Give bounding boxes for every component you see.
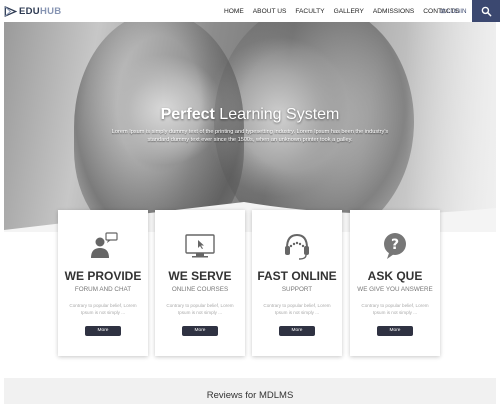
- main-menu: HOME ABOUT US FACULTY GALLERY ADMISSIONS…: [224, 0, 468, 22]
- card-subtitle: FORUM AND CHAT: [74, 286, 132, 293]
- hero-description: Lorem Ipsum is simply dummy text of the …: [111, 129, 389, 143]
- card-icon-wrap: [252, 230, 342, 262]
- feature-card-courses: WE SERVE ONLINE COURSES Contrary to popu…: [155, 210, 245, 356]
- card-subtitle: WE GIVE YOU ANSWERE: [357, 286, 433, 293]
- feature-card-forum: WE PROVIDE FORUM AND CHAT Contrary to po…: [58, 210, 148, 356]
- login-link[interactable]: LOGIN: [440, 0, 467, 22]
- hero-banner: Perfect Learning System Lorem Ipsum is s…: [4, 22, 496, 232]
- menu-item-gallery[interactable]: GALLERY: [334, 8, 364, 15]
- feature-card-support: FAST ONLINE SUPPORT Contrary to popular …: [252, 210, 342, 356]
- card-title: FAST ONLINE: [257, 269, 337, 283]
- card-text: Contrary to popular belief, Lorem Ipsum …: [166, 303, 234, 315]
- menu-item-admissions[interactable]: ADMISSIONS: [373, 8, 414, 15]
- login-label: LOGIN: [447, 7, 467, 15]
- feature-cards: WE PROVIDE FORUM AND CHAT Contrary to po…: [0, 210, 500, 360]
- card-text: Contrary to popular belief, Lorem Ipsum …: [69, 303, 137, 315]
- logo-text: EDUHUB: [19, 6, 61, 17]
- card-text: Contrary to popular belief, Lorem Ipsum …: [361, 303, 429, 315]
- monitor-icon: [185, 234, 215, 258]
- menu-item-home[interactable]: HOME: [224, 8, 244, 15]
- more-button[interactable]: More: [279, 326, 315, 336]
- logo-text-part2: HUB: [39, 5, 62, 17]
- menu-item-about-us[interactable]: ABOUT US: [253, 8, 287, 15]
- card-icon-wrap: [58, 230, 148, 262]
- card-title: ASK QUE: [367, 269, 423, 283]
- hero-right-fade: [406, 22, 496, 232]
- search-button[interactable]: [472, 0, 500, 22]
- card-title: WE PROVIDE: [64, 269, 142, 283]
- card-icon-wrap: ?: [350, 230, 440, 262]
- menu-item-faculty[interactable]: FACULTY: [295, 8, 324, 15]
- logo-icon: [4, 5, 17, 17]
- svg-text:?: ?: [391, 237, 399, 253]
- question-bubble-icon: ?: [384, 233, 406, 259]
- support-person-icon: [91, 232, 118, 258]
- hero-title-rest: Learning System: [214, 106, 340, 123]
- more-button[interactable]: More: [182, 326, 218, 336]
- more-button[interactable]: More: [377, 326, 413, 336]
- feature-card-ask: ? ASK QUE WE GIVE YOU ANSWERE Contrary t…: [350, 210, 440, 356]
- top-navbar: EDUHUB HOME ABOUT US FACULTY GALLERY ADM…: [0, 0, 500, 22]
- card-subtitle: SUPPORT: [281, 286, 313, 293]
- menu-lines-icon: [440, 8, 446, 14]
- hero-title: Perfect Learning System: [4, 106, 496, 124]
- headset-icon: [285, 233, 309, 260]
- card-text: Contrary to popular belief, Lorem Ipsum …: [263, 303, 331, 315]
- card-icon-wrap: [155, 230, 245, 262]
- card-title: WE SERVE: [168, 269, 232, 283]
- more-button[interactable]: More: [85, 326, 121, 336]
- logo-text-part1: EDU: [19, 5, 40, 17]
- logo[interactable]: EDUHUB: [4, 4, 61, 18]
- reviews-title: Reviews for MDLMS: [206, 390, 294, 401]
- reviews-section: Reviews for MDLMS: [4, 378, 496, 404]
- hero-title-strong: Perfect: [160, 106, 215, 123]
- search-icon: [481, 6, 491, 16]
- hero-photo-right-girl: [214, 22, 414, 232]
- card-subtitle: ONLINE COURSES: [171, 286, 229, 293]
